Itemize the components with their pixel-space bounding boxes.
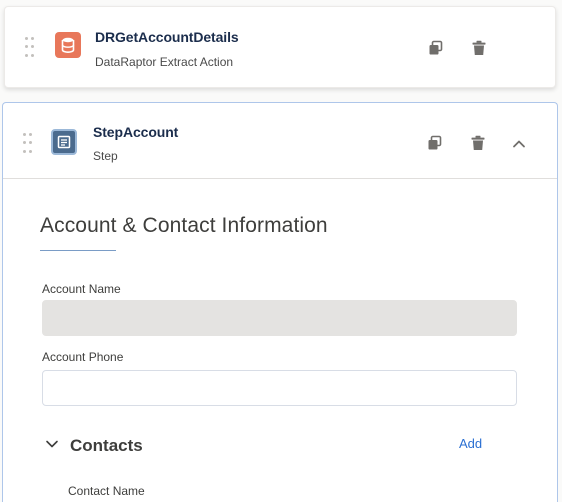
- element-title: StepAccount: [93, 124, 179, 140]
- dataraptor-icon: [55, 32, 81, 58]
- element-subtitle: Step: [93, 149, 118, 163]
- clone-icon[interactable]: [427, 135, 443, 151]
- account-name-field: [42, 300, 517, 336]
- contact-name-label: Contact Name: [68, 484, 145, 498]
- account-phone-input[interactable]: [42, 370, 517, 406]
- account-name-label: Account Name: [42, 282, 121, 296]
- step-icon: [51, 129, 77, 155]
- chevron-up-icon[interactable]: [511, 136, 527, 152]
- element-card-dataraptor[interactable]: DRGetAccountDetails DataRaptor Extract A…: [4, 6, 556, 88]
- contacts-label: Contacts: [70, 436, 143, 455]
- section-title: Account & Contact Information: [40, 214, 328, 237]
- step-header[interactable]: StepAccount Step: [3, 103, 557, 179]
- element-subtitle: DataRaptor Extract Action: [95, 55, 234, 69]
- clone-icon[interactable]: [428, 40, 444, 56]
- omniscript-canvas: DRGetAccountDetails DataRaptor Extract A…: [0, 0, 562, 502]
- section-underline: [40, 250, 116, 251]
- add-contact-link[interactable]: Add: [459, 436, 482, 451]
- contacts-block-toggle[interactable]: Contacts: [44, 434, 143, 458]
- delete-icon[interactable]: [470, 135, 486, 151]
- chevron-down-icon[interactable]: [44, 436, 60, 457]
- drag-handle-icon[interactable]: [23, 133, 33, 155]
- account-phone-label: Account Phone: [42, 350, 124, 364]
- element-title: DRGetAccountDetails: [95, 29, 239, 45]
- delete-icon[interactable]: [471, 40, 487, 56]
- drag-handle-icon[interactable]: [25, 37, 35, 59]
